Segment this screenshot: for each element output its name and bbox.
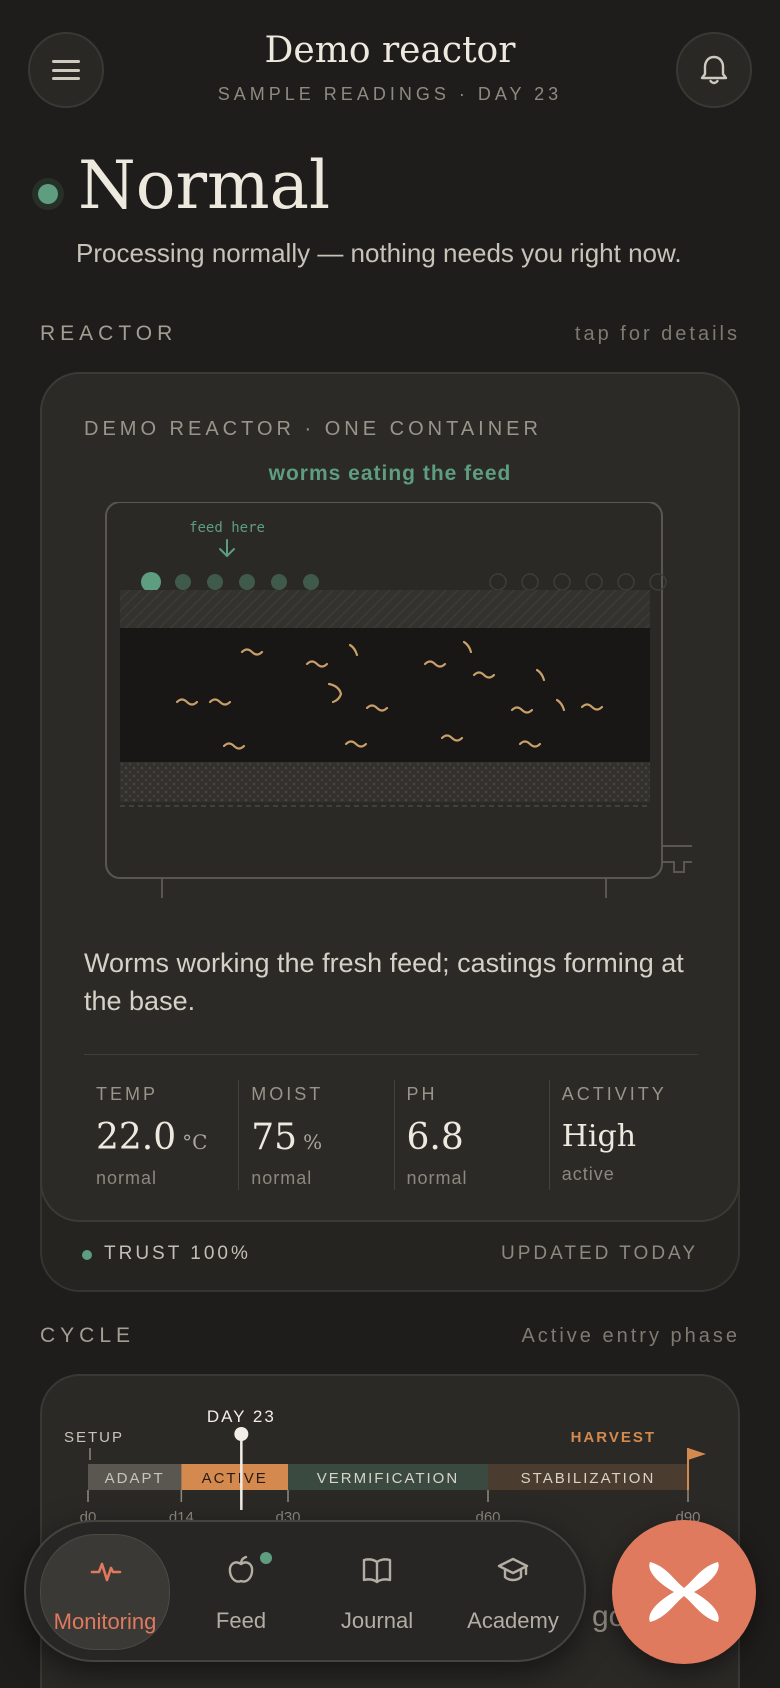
metric-value: 75%: [251, 1117, 323, 1158]
status-indicator-dot: [38, 184, 58, 204]
metric-value: High: [561, 1119, 637, 1154]
drain-spigot: [662, 845, 692, 873]
feed-layer: [120, 590, 650, 628]
reactor-description: Worms working the fresh feed; castings f…: [84, 948, 684, 1016]
status-title: Normal: [78, 147, 331, 224]
nav-label: Feed: [215, 1608, 267, 1633]
feed-badge: [258, 1550, 274, 1566]
divider: [84, 1054, 698, 1055]
page-title: Demo reactor: [264, 30, 516, 71]
nav-academy[interactable]: Academy: [448, 1534, 578, 1650]
trust-score: TRUST 100%: [104, 1243, 251, 1264]
metric-label: PH: [406, 1084, 438, 1104]
notifications-button[interactable]: [676, 32, 752, 108]
cycle-section-label: CYCLE: [40, 1324, 136, 1347]
castings-layer: [120, 762, 650, 802]
metric-label: ACTIVITY: [561, 1084, 667, 1104]
reactor-card[interactable]: DEMO REACTOR · ONE CONTAINER worms eatin…: [40, 372, 740, 1222]
reactor-section-label: REACTOR: [40, 322, 178, 345]
page-subtitle: SAMPLE READINGS · DAY 23: [217, 84, 563, 104]
bottom-nav: Monitoring Feed Journal Academy: [24, 1520, 586, 1662]
metric-label: TEMP: [96, 1084, 159, 1104]
trust-dot: [82, 1250, 92, 1260]
apple-icon: [228, 1555, 254, 1583]
phase-label: STABILIZATION: [521, 1470, 656, 1487]
reactor-state-label: worms eating the feed: [268, 462, 512, 485]
reactor-kicker: DEMO REACTOR · ONE CONTAINER: [84, 418, 542, 440]
phase-label: VERMIFICATION: [317, 1470, 459, 1487]
reactor-details-hint[interactable]: tap for details: [575, 323, 740, 346]
cycle-phase-hint: Active entry phase: [521, 1325, 740, 1347]
updated-label: UPDATED TODAY: [500, 1243, 698, 1264]
reactor-illustration: feed here: [105, 502, 692, 898]
pulse-icon: [90, 1562, 122, 1582]
phase-label: ADAPT: [105, 1470, 165, 1487]
metric-value: 22.0 °C: [96, 1117, 208, 1158]
metric-status: active: [561, 1164, 615, 1184]
metric-moist: MOIST 75% normal: [238, 1080, 393, 1190]
current-day-label: DAY 23: [207, 1407, 276, 1426]
metric-status: normal: [406, 1168, 468, 1188]
metric-status: normal: [96, 1168, 158, 1188]
nav-label: Monitoring: [53, 1609, 157, 1634]
status-description: Processing normally — nothing needs you …: [76, 238, 682, 268]
phase-label: ACTIVE: [202, 1470, 268, 1487]
harvest-flag-icon: [688, 1448, 706, 1460]
nav-journal[interactable]: Journal: [312, 1534, 442, 1650]
nav-feed[interactable]: Feed: [176, 1534, 306, 1650]
metric-ph: PH 6.8 normal: [393, 1080, 549, 1190]
bell-icon: [700, 55, 728, 85]
nav-label: Journal: [340, 1608, 414, 1633]
metric-value: 6.8: [406, 1117, 464, 1158]
cycle-timeline: SETUP HARVEST ADAPT ACTIVE VERMIFICATION ST…: [64, 1407, 706, 1524]
nav-label: Academy: [467, 1608, 559, 1633]
metric-temp: TEMP 22.0 °C normal: [84, 1080, 238, 1190]
current-day-marker: [234, 1427, 249, 1441]
metrics-row: TEMP 22.0 °C normal MOIST 75% normal PH 6…: [84, 1080, 704, 1190]
metric-label: MOIST: [251, 1084, 324, 1104]
metric-activity: ACTIVITY High active: [548, 1080, 704, 1190]
harvest-label: HARVEST: [571, 1429, 656, 1446]
metric-status: normal: [251, 1168, 313, 1188]
setup-label: SETUP: [64, 1429, 124, 1446]
nav-monitoring[interactable]: Monitoring: [40, 1534, 170, 1650]
close-icon: [649, 1562, 719, 1622]
book-icon: [362, 1558, 392, 1584]
worm-bedding-layer: [120, 628, 650, 762]
feed-hint-label: feed here: [189, 520, 265, 536]
graduation-cap-icon: [497, 1557, 529, 1582]
close-fab[interactable]: [612, 1520, 756, 1664]
